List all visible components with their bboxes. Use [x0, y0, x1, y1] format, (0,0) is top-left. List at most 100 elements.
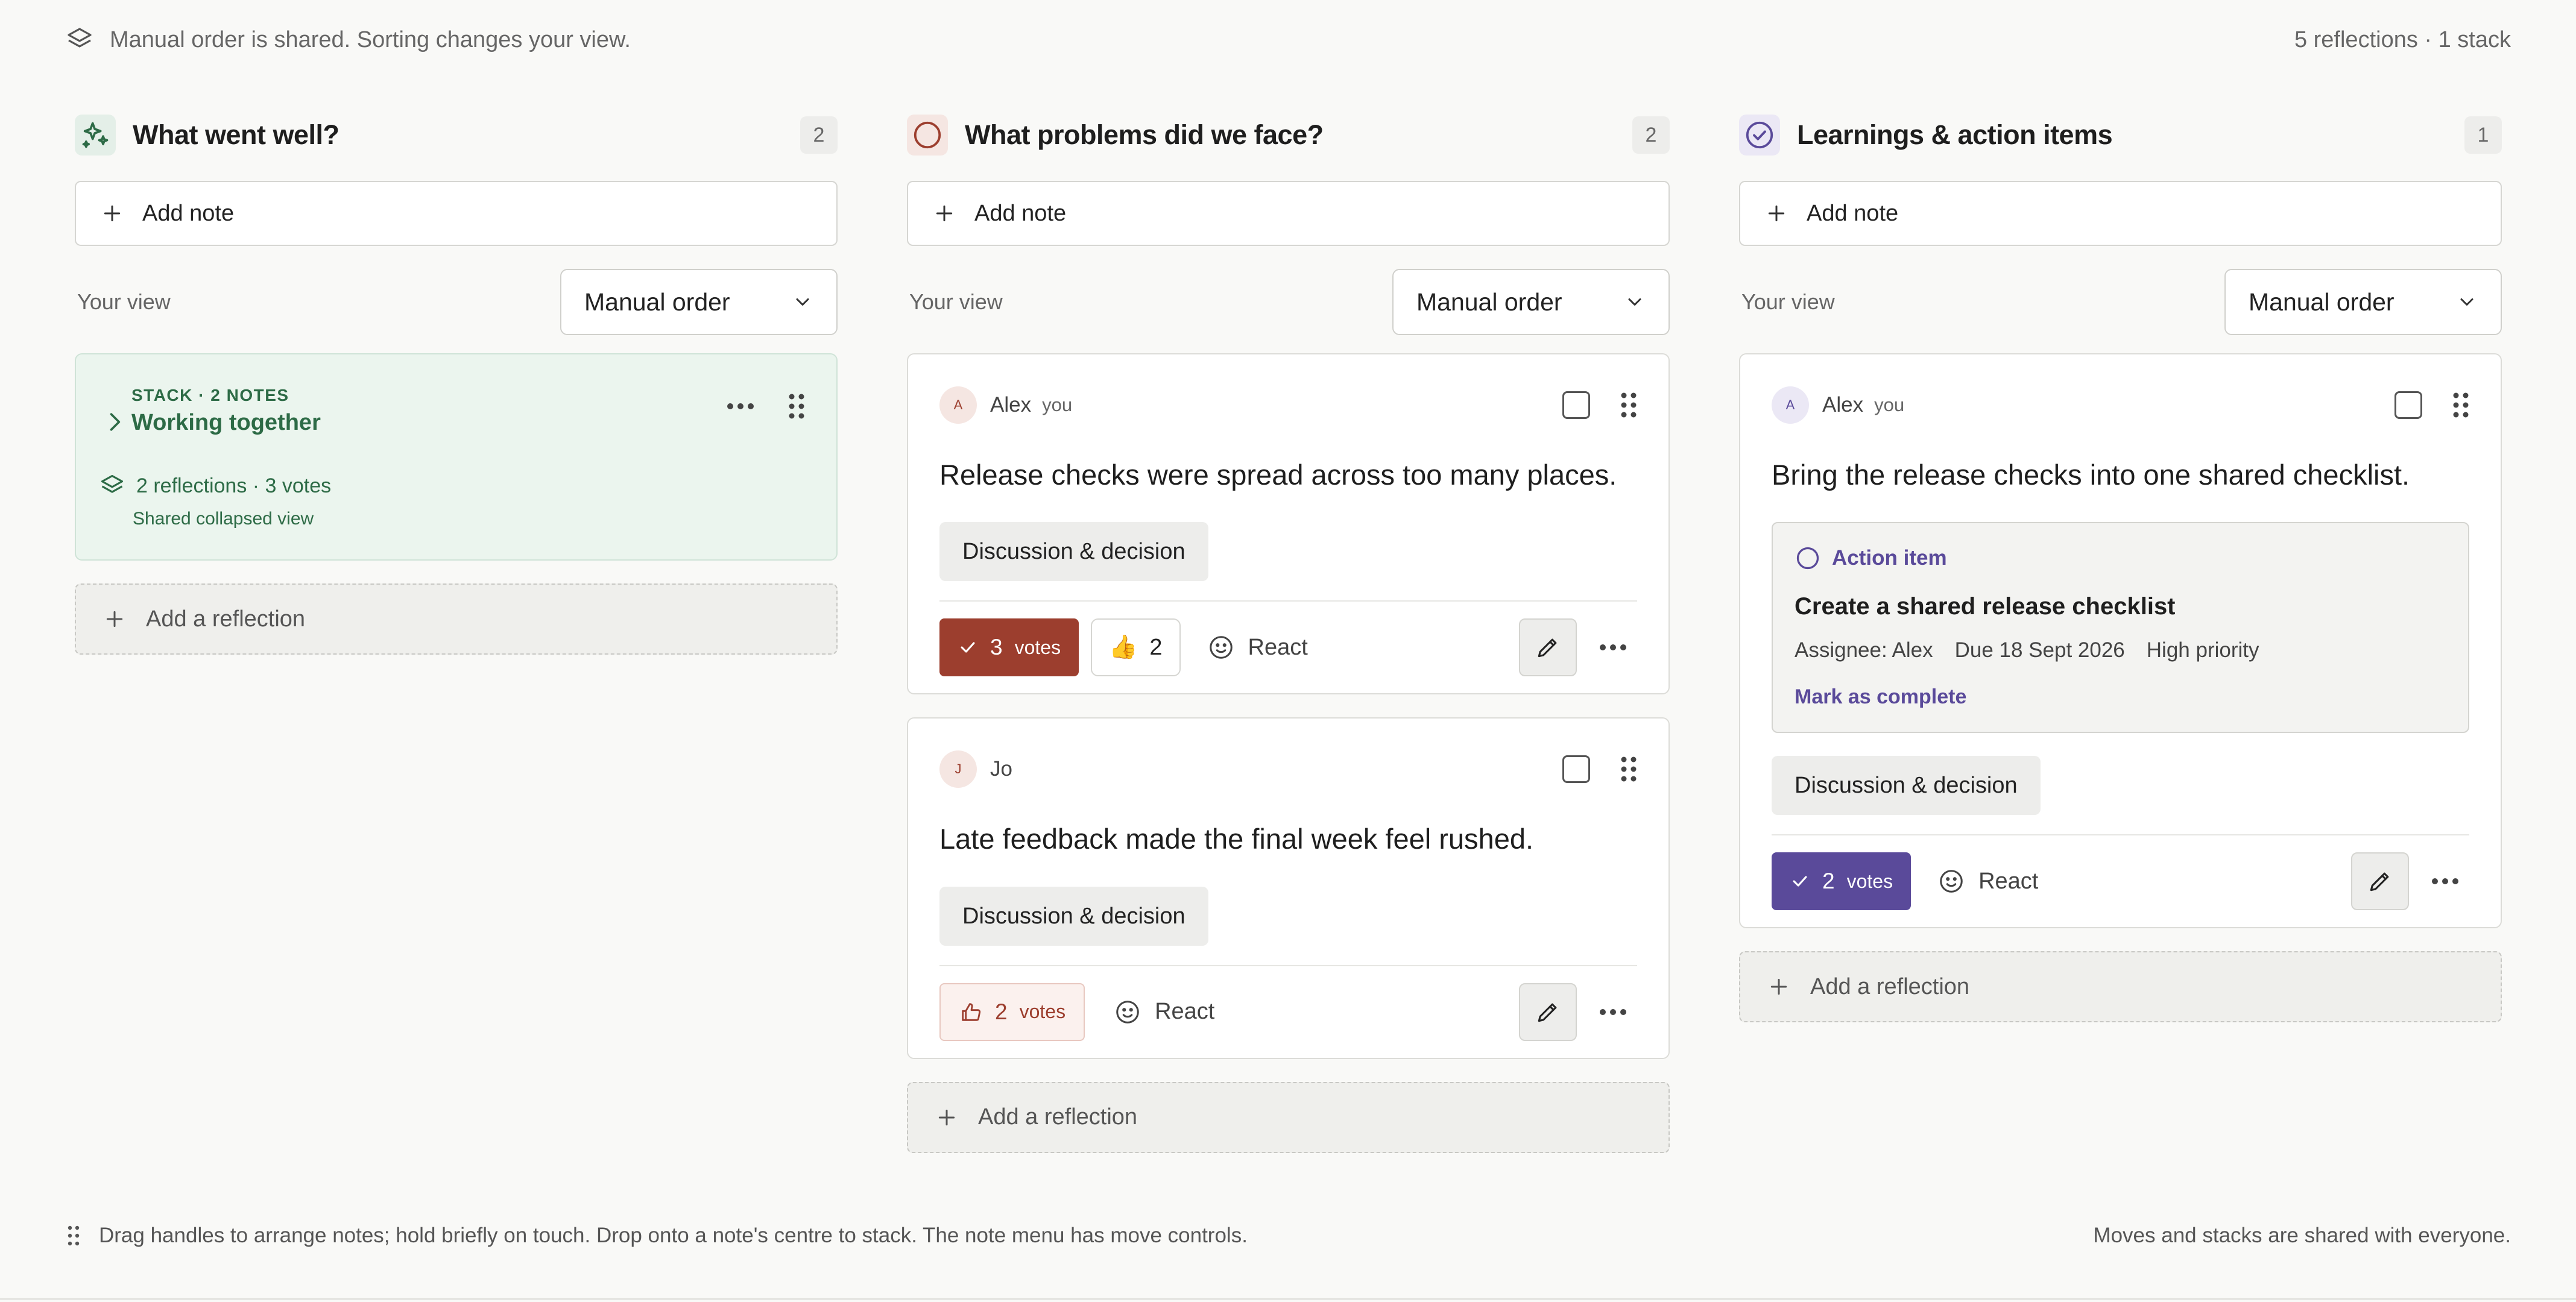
add-reflection-button[interactable]: Add a reflection — [75, 583, 838, 655]
vote-label: votes — [1014, 636, 1061, 658]
category-tag[interactable]: Discussion & decision — [939, 886, 1208, 946]
drag-handle-icon[interactable] — [1620, 756, 1637, 782]
your-view-label: Your view — [77, 289, 171, 314]
pencil-icon — [1535, 634, 1561, 661]
column-title: What problems did we face? — [965, 119, 1324, 150]
stack-label: STACK · 2 NOTES — [131, 386, 289, 404]
drag-hint: Drag handles to arrange notes; hold brie… — [99, 1224, 1248, 1247]
edit-button[interactable] — [1519, 618, 1577, 677]
you-label: you — [1042, 394, 1073, 415]
author-name: Alex — [1822, 393, 1864, 417]
more-options-icon[interactable] — [1589, 644, 1637, 651]
add-note-button[interactable]: Add note — [1739, 181, 2502, 246]
smiley-icon — [1937, 867, 1965, 895]
reflection-card[interactable]: J Jo Late feedback made the final week f… — [907, 717, 1670, 1059]
check-icon — [958, 637, 978, 658]
author-name: Alex — [990, 393, 1032, 417]
drag-handle-icon[interactable] — [788, 393, 805, 420]
add-note-button[interactable]: Add note — [75, 181, 838, 246]
add-note-label: Add note — [974, 200, 1067, 226]
react-label: React — [1978, 868, 2039, 894]
stack-card[interactable]: STACK · 2 NOTES Working together 2 refle… — [75, 353, 838, 561]
reflection-card[interactable]: A Alex you Bring the release checks into… — [1739, 353, 2502, 929]
add-note-label: Add note — [142, 200, 235, 226]
board-toolbar: Manual order is shared. Sorting changes … — [65, 24, 2511, 55]
note-text: Release checks were spread across too ma… — [939, 459, 1617, 491]
avatar: J — [939, 750, 977, 788]
mark-complete-link[interactable]: Mark as complete — [1795, 685, 2446, 709]
avatar: A — [1772, 386, 1809, 424]
check-circle-icon — [1739, 115, 1780, 156]
you-label: you — [1874, 394, 1905, 415]
action-priority: High priority — [2146, 638, 2259, 662]
vote-label: votes — [1846, 870, 1893, 892]
select-checkbox[interactable] — [1562, 391, 1590, 419]
action-due-date: Due 18 Sept 2026 — [1954, 638, 2125, 662]
layers-icon — [99, 473, 125, 499]
select-checkbox[interactable] — [2394, 391, 2422, 419]
category-tag[interactable]: Discussion & decision — [1772, 756, 2041, 816]
board-summary: 5 reflections · 1 stack — [2294, 27, 2511, 52]
category-tag[interactable]: Discussion & decision — [939, 522, 1208, 582]
add-reflection-button[interactable]: Add a reflection — [907, 1081, 1670, 1153]
column-what-went-well: What went well? 2 Add note Your view Man… — [75, 113, 838, 655]
column-problems: What problems did we face? 2 Add note Yo… — [907, 113, 1670, 1153]
sort-order-select[interactable]: Manual order — [560, 269, 838, 335]
react-button[interactable]: React — [1937, 867, 2038, 895]
action-assignee: Assignee: Alex — [1795, 638, 1933, 662]
stack-meta: 2 reflections · 3 votes — [136, 474, 332, 497]
drag-handle-icon[interactable] — [2452, 392, 2469, 418]
reaction-count: 2 — [1149, 634, 1163, 660]
chevron-down-icon — [1624, 291, 1646, 313]
thumbs-up-icon — [959, 1000, 983, 1024]
vote-count: 2 — [995, 999, 1008, 1024]
plus-icon — [103, 607, 127, 631]
stack-title: Working together — [131, 410, 321, 435]
thumbs-up-emoji-icon: 👍 — [1109, 635, 1138, 661]
add-reflection-label: Add a reflection — [146, 606, 306, 632]
reaction-chip[interactable]: 👍 2 — [1091, 618, 1181, 677]
plus-icon — [1764, 201, 1788, 225]
more-options-icon[interactable] — [1589, 1008, 1637, 1016]
react-button[interactable]: React — [1114, 998, 1214, 1026]
select-checkbox[interactable] — [1562, 755, 1590, 784]
more-options-icon[interactable] — [2421, 878, 2469, 885]
edit-button[interactable] — [2351, 852, 2409, 911]
column-learnings: Learnings & action items 1 Add note Your… — [1739, 113, 2502, 1023]
note-text: Late feedback made the final week feel r… — [939, 823, 1534, 855]
vote-count: 2 — [1822, 869, 1835, 894]
column-header: What problems did we face? 2 — [907, 113, 1670, 157]
more-options-icon[interactable] — [727, 403, 754, 410]
your-view-label: Your view — [1741, 289, 1835, 314]
action-item-label: Action item — [1832, 546, 1947, 570]
vote-button[interactable]: 2 votes — [1772, 852, 1911, 911]
edit-button[interactable] — [1519, 983, 1577, 1041]
divider — [0, 1298, 2576, 1300]
reflection-card[interactable]: A Alex you Release checks were spread ac… — [907, 353, 1670, 695]
note-text: Bring the release checks into one shared… — [1772, 459, 2410, 491]
sort-order-select[interactable]: Manual order — [1392, 269, 1670, 335]
react-button[interactable]: React — [1207, 634, 1308, 661]
sort-order-value: Manual order — [2249, 288, 2394, 316]
sort-order-select[interactable]: Manual order — [2224, 269, 2502, 335]
column-header: What went well? 2 — [75, 113, 838, 157]
column-title: Learnings & action items — [1797, 119, 2113, 150]
drag-handle-icon[interactable] — [1620, 392, 1637, 418]
sort-order-value: Manual order — [584, 288, 730, 316]
stack-subtitle: Shared collapsed view — [133, 509, 314, 529]
vote-label: votes — [1019, 1001, 1066, 1023]
vote-button[interactable]: 3 votes — [939, 618, 1079, 677]
chevron-right-icon[interactable] — [101, 409, 128, 435]
pencil-icon — [1535, 999, 1561, 1025]
add-note-label: Add note — [1807, 200, 1899, 226]
circle-outline-icon[interactable] — [1795, 545, 1821, 571]
add-note-button[interactable]: Add note — [907, 181, 1670, 246]
chevron-down-icon — [792, 291, 813, 313]
help-footer: Drag handles to arrange notes; hold brie… — [68, 1218, 2511, 1254]
smiley-icon — [1207, 634, 1235, 661]
vote-button[interactable]: 2 votes — [939, 983, 1085, 1041]
react-label: React — [1155, 999, 1215, 1025]
add-reflection-button[interactable]: Add a reflection — [1739, 951, 2502, 1023]
layers-icon — [65, 25, 94, 54]
shared-order-notice: Manual order is shared. Sorting changes … — [110, 27, 631, 52]
